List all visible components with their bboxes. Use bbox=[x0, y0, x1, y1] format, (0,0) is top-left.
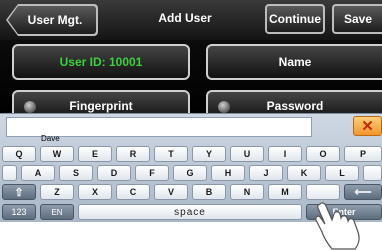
key-h[interactable]: H bbox=[211, 165, 245, 181]
continue-button[interactable]: Continue bbox=[265, 4, 325, 34]
back-button[interactable]: User Mgt. bbox=[8, 6, 96, 34]
radio-icon bbox=[24, 101, 36, 113]
backspace-icon[interactable]: ⟵ bbox=[344, 184, 382, 200]
key-b[interactable]: B bbox=[192, 184, 226, 200]
user-id-label: User ID: 10001 bbox=[59, 55, 143, 69]
shift-icon[interactable]: ⇧ bbox=[2, 184, 36, 200]
name-field[interactable]: Name bbox=[206, 44, 382, 80]
key-s[interactable]: S bbox=[59, 165, 93, 181]
key-r[interactable]: R bbox=[116, 146, 150, 162]
key-c[interactable]: C bbox=[116, 184, 150, 200]
numbers-key[interactable]: 123 bbox=[2, 204, 36, 220]
key-w[interactable]: W bbox=[40, 146, 74, 162]
close-icon[interactable]: ✕ bbox=[353, 116, 382, 136]
back-button-label: User Mgt. bbox=[27, 13, 83, 27]
name-label: Name bbox=[278, 55, 312, 69]
key-o[interactable]: O bbox=[306, 146, 340, 162]
key-e[interactable]: E bbox=[78, 146, 112, 162]
key-d[interactable]: D bbox=[97, 165, 131, 181]
page-title: Add User bbox=[158, 11, 212, 25]
key-n[interactable]: N bbox=[230, 184, 264, 200]
hand-pointer-icon bbox=[315, 202, 360, 250]
key-q[interactable]: Q bbox=[2, 146, 36, 162]
screen: User Mgt. Add User Continue Save User ID… bbox=[0, 0, 382, 250]
continue-button-label: Continue bbox=[269, 12, 321, 26]
save-button[interactable]: Save bbox=[332, 4, 382, 34]
key-u[interactable]: U bbox=[230, 146, 264, 162]
key-i[interactable]: I bbox=[268, 146, 302, 162]
radio-icon bbox=[218, 101, 230, 113]
keyboard-input-text: Dave bbox=[41, 134, 60, 143]
key-a[interactable]: A bbox=[21, 165, 55, 181]
save-button-label: Save bbox=[343, 12, 373, 26]
key-p[interactable]: P bbox=[344, 146, 382, 162]
password-label: Password bbox=[266, 99, 324, 113]
space-key[interactable]: space bbox=[78, 204, 302, 220]
key-t[interactable]: T bbox=[154, 146, 188, 162]
key-l[interactable]: L bbox=[325, 165, 359, 181]
fingerprint-label: Fingerprint bbox=[69, 99, 133, 113]
key-blank-left bbox=[2, 165, 17, 181]
language-key[interactable]: EN bbox=[40, 204, 74, 220]
key-z[interactable]: Z bbox=[40, 184, 74, 200]
key-y[interactable]: Y bbox=[192, 146, 226, 162]
key-g[interactable]: G bbox=[173, 165, 207, 181]
key-v[interactable]: V bbox=[154, 184, 188, 200]
key-f[interactable]: F bbox=[135, 165, 169, 181]
key-blank-row3 bbox=[306, 184, 340, 200]
key-k[interactable]: K bbox=[287, 165, 321, 181]
key-j[interactable]: J bbox=[249, 165, 283, 181]
key-blank-right bbox=[363, 165, 382, 181]
key-x[interactable]: X bbox=[78, 184, 112, 200]
user-id-field[interactable]: User ID: 10001 bbox=[12, 44, 190, 80]
key-m[interactable]: M bbox=[268, 184, 302, 200]
